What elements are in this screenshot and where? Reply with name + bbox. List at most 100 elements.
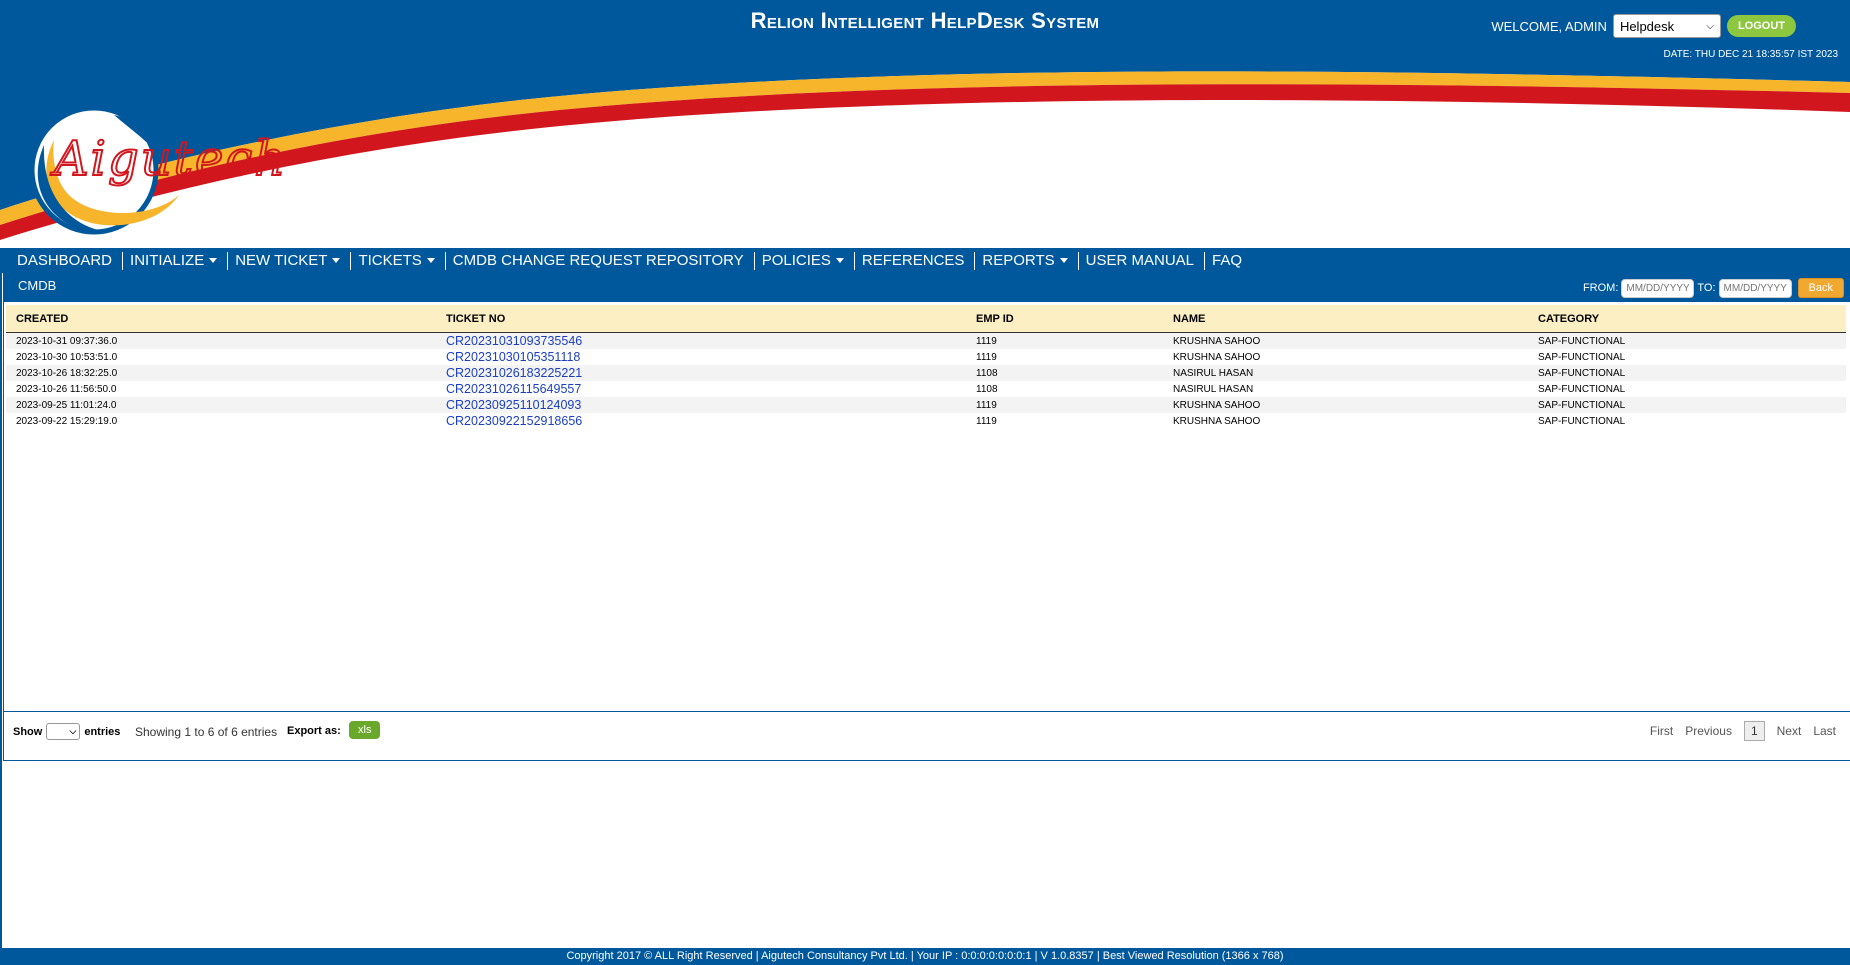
- table-row: 2023-09-22 15:29:19.0 CR2023092215291865…: [6, 413, 1846, 429]
- nav-cmdb-change-request[interactable]: CMDB CHANGE REQUEST REPOSITORY: [446, 251, 755, 270]
- nav-label: REPORTS: [982, 251, 1055, 269]
- ticket-link[interactable]: CR20230922152918656: [446, 414, 582, 428]
- back-button[interactable]: Back: [1797, 278, 1844, 298]
- nav-label: FAQ: [1212, 251, 1243, 269]
- table-row: 2023-10-30 10:53:51.0 CR2023103010535111…: [6, 349, 1846, 365]
- ticket-link[interactable]: CR20230925110124093: [446, 398, 581, 412]
- cell-created: 2023-09-22 15:29:19.0: [16, 415, 118, 427]
- nav-label: REFERENCES: [861, 251, 965, 269]
- export-label: Export as:: [287, 725, 341, 737]
- cell-ticket: CR20231026183225221: [436, 365, 966, 381]
- table-row: 2023-10-26 11:56:50.0 CR2023102611564955…: [6, 381, 1846, 397]
- nav-label: TICKETS: [358, 251, 422, 269]
- page-size-control: Show ⌵ entries: [13, 723, 120, 740]
- cell-ticket: CR20231031093735546: [436, 332, 966, 349]
- cell-ticket: CR20231026115649557: [436, 381, 966, 397]
- cmdb-panel: CMDB FROM: TO: Back CREATED TICKET NO EM…: [3, 273, 1850, 761]
- cell-category: SAP-FUNCTIONAL: [1528, 332, 1846, 349]
- nav-user-manual[interactable]: USER MANUAL: [1079, 251, 1206, 270]
- nav-policies[interactable]: POLICIES: [755, 251, 855, 270]
- header-emp-id[interactable]: EMP ID: [966, 305, 1163, 333]
- cell-emp-id: 1119: [966, 332, 1163, 349]
- page-size-select[interactable]: ⌵: [46, 723, 81, 740]
- current-date: DATE: THU DEC 21 18:35:57 IST 2023: [1663, 49, 1838, 60]
- to-label: TO:: [1697, 282, 1716, 294]
- cell-emp-id: 1119: [966, 397, 1163, 413]
- nav-dashboard[interactable]: DASHBOARD: [0, 251, 124, 270]
- logout-button[interactable]: LOGOUT: [1726, 15, 1796, 37]
- cell-emp-id: 1108: [976, 383, 998, 395]
- header-name[interactable]: NAME: [1163, 305, 1528, 333]
- cell-category: SAP-FUNCTIONAL: [1528, 365, 1846, 381]
- nav-tickets[interactable]: TICKETS: [351, 251, 446, 270]
- svg-text:Aigutech: Aigutech: [50, 131, 287, 187]
- table-row: 2023-09-25 11:01:24.0 CR2023092511012409…: [6, 397, 1846, 413]
- cell-category: SAP-FUNCTIONAL: [1538, 415, 1626, 427]
- nav-initialize[interactable]: INITIALIZE: [123, 251, 229, 270]
- caret-down-icon: [332, 258, 341, 263]
- header-banner: Relion Intelligent HelpDesk System WELCO…: [0, 0, 1850, 248]
- nav-new-ticket[interactable]: NEW TICKET: [228, 251, 352, 270]
- table-row: 2023-10-31 09:37:36.0 CR2023103109373554…: [6, 332, 1846, 349]
- cell-category: SAP-FUNCTIONAL: [1538, 351, 1626, 363]
- ticket-link[interactable]: CR20231030105351118: [446, 350, 580, 364]
- cell-emp-id: 1119: [976, 415, 997, 427]
- pagination: First Previous 1 Next Last: [1650, 721, 1836, 741]
- cell-name: NASIRUL HASAN: [1173, 383, 1254, 395]
- caret-down-icon: [1059, 258, 1068, 263]
- ticket-link[interactable]: CR20231031093735546: [446, 334, 582, 348]
- table-header-row: CREATED TICKET NO EMP ID NAME CATEGORY: [6, 305, 1846, 333]
- welcome-text: WELCOME, ADMIN: [1491, 18, 1607, 34]
- panel-title: CMDB: [18, 278, 57, 293]
- chevron-down-icon: ⌵: [1706, 20, 1714, 32]
- nav-references[interactable]: REFERENCES: [855, 251, 976, 270]
- cell-name: NASIRUL HASAN: [1163, 365, 1528, 381]
- from-label: FROM:: [1582, 282, 1619, 294]
- cell-created: 2023-10-31 09:37:36.0: [6, 332, 436, 349]
- caret-down-icon: [835, 258, 844, 263]
- ticket-link[interactable]: CR20231026115649557: [446, 382, 581, 396]
- table-footer: Show ⌵ entries Showing 1 to 6 of 6 entri…: [3, 711, 1850, 762]
- nav-reports[interactable]: REPORTS: [975, 251, 1079, 270]
- export-xls-button[interactable]: xls: [349, 721, 381, 739]
- cell-created: 2023-09-25 11:01:24.0: [6, 397, 436, 413]
- pager-previous[interactable]: Previous: [1685, 724, 1732, 738]
- cell-created: 2023-10-26 11:56:50.0: [16, 383, 117, 395]
- cell-created: 2023-10-26 18:32:25.0: [6, 365, 436, 381]
- pager-page-1[interactable]: 1: [1743, 721, 1765, 741]
- role-select-value: Helpdesk: [1619, 18, 1675, 34]
- date-filter: FROM: TO: Back: [1583, 278, 1844, 298]
- chevron-down-icon: ⌵: [69, 726, 77, 736]
- nav-faq[interactable]: FAQ: [1205, 252, 1252, 270]
- svg-text:TM: TM: [344, 141, 361, 155]
- cell-name: KRUSHNA SAHOO: [1173, 351, 1261, 363]
- cell-created: 2023-10-30 10:53:51.0: [16, 351, 118, 363]
- cell-category: SAP-FUNCTIONAL: [1538, 383, 1626, 395]
- show-label: Show: [13, 725, 43, 738]
- cell-ticket: CR20230925110124093: [436, 397, 966, 413]
- nav-label: INITIALIZE: [130, 251, 205, 269]
- user-area: WELCOME, ADMIN Helpdesk ⌵ LOGOUT: [1491, 14, 1796, 38]
- from-date-input[interactable]: [1621, 278, 1695, 298]
- pager-next[interactable]: Next: [1777, 724, 1802, 738]
- cell-name: KRUSHNA SAHOO: [1163, 397, 1528, 413]
- to-date-input[interactable]: [1718, 278, 1792, 298]
- pager-first[interactable]: First: [1650, 724, 1673, 738]
- cell-emp-id: 1119: [976, 351, 997, 363]
- panel-header: CMDB FROM: TO: Back: [4, 274, 1850, 302]
- nav-label: NEW TICKET: [235, 251, 328, 269]
- caret-down-icon: [209, 258, 218, 263]
- entries-label: entries: [84, 725, 121, 738]
- pager-last[interactable]: Last: [1813, 724, 1836, 738]
- main-nav: DASHBOARD INITIALIZE NEW TICKET TICKETS …: [0, 248, 1850, 273]
- cell-category: SAP-FUNCTIONAL: [1528, 397, 1846, 413]
- role-select[interactable]: Helpdesk ⌵: [1612, 14, 1721, 38]
- header-category[interactable]: CATEGORY: [1528, 305, 1846, 333]
- ticket-link[interactable]: CR20231026183225221: [446, 366, 582, 380]
- cell-emp-id: 1108: [966, 365, 1163, 381]
- header-ticket-no[interactable]: TICKET NO: [436, 305, 966, 333]
- cell-ticket: CR20230922152918656: [436, 413, 966, 429]
- caret-down-icon: [426, 258, 435, 263]
- table-info: Showing 1 to 6 of 6 entries: [135, 725, 278, 739]
- header-created[interactable]: CREATED: [6, 305, 436, 333]
